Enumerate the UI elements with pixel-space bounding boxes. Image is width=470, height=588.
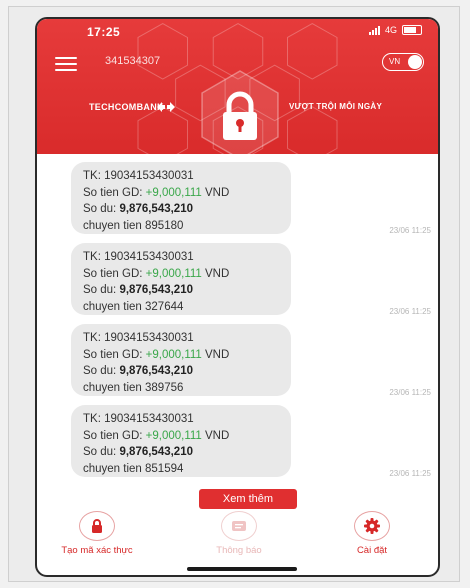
signal-icon bbox=[368, 25, 380, 35]
message-item[interactable]: TK: 19034153430031 So tien GD: +9,000,11… bbox=[71, 324, 431, 400]
account-line: TK: 19034153430031 bbox=[83, 332, 194, 344]
message-icon bbox=[221, 511, 257, 541]
message-bubble: TK: 19034153430031 So tien GD: +9,000,11… bbox=[71, 324, 291, 396]
account-line: TK: 19034153430031 bbox=[83, 170, 194, 182]
account-line: TK: 19034153430031 bbox=[83, 413, 194, 425]
gear-icon bbox=[354, 511, 390, 541]
balance-amount: 9,876,543,210 bbox=[119, 446, 193, 458]
transaction-amount: +9,000,111 bbox=[145, 186, 202, 199]
tab-notifications[interactable]: Thông báo bbox=[179, 509, 299, 569]
balance-amount: 9,876,543,210 bbox=[119, 365, 193, 377]
tab-label: Cài đặt bbox=[356, 545, 388, 556]
toggle-knob bbox=[408, 55, 422, 69]
message-item[interactable]: TK: 19034153430031 So tien GD: +9,000,11… bbox=[71, 405, 431, 481]
description-line: chuyen tien 851594 bbox=[83, 462, 184, 475]
account-number: 341534307 bbox=[105, 55, 161, 67]
menu-icon[interactable] bbox=[55, 57, 77, 71]
bank-name: TECHCOMBANK bbox=[89, 102, 164, 112]
message-bubble: TK: 19034153430031 So tien GD: +9,000,11… bbox=[71, 405, 291, 477]
balance-line: So du: 9,876,543,210 bbox=[83, 446, 193, 458]
transaction-line: So tien GD: +9,000,111 VND bbox=[83, 429, 230, 442]
message-time: 23/06 11:25 bbox=[389, 469, 431, 478]
message-time: 23/06 11:25 bbox=[389, 388, 431, 397]
description-line: chuyen tien 389756 bbox=[83, 381, 184, 394]
message-time: 23/06 11:25 bbox=[389, 307, 431, 316]
description-line: chuyen tien 327644 bbox=[83, 300, 184, 313]
see-more-button[interactable]: Xem thêm bbox=[199, 489, 297, 509]
status-time: 17:25 bbox=[87, 25, 121, 39]
app-header: 17:25 4G 341534307 VN TECHCOMBANK VƯỢT T… bbox=[37, 19, 438, 154]
message-bubble: TK: 19034153430031 So tien GD: +9,000,11… bbox=[71, 243, 291, 315]
transaction-line: So tien GD: +9,000,111 VND bbox=[83, 267, 230, 280]
tab-label: Tạo mã xác thực bbox=[61, 545, 133, 556]
balance-line: So du: 9,876,543,210 bbox=[83, 365, 193, 377]
tab-label: Thông báo bbox=[216, 545, 262, 556]
home-indicator[interactable] bbox=[187, 567, 297, 571]
tab-settings[interactable]: Cài đặt bbox=[312, 509, 432, 569]
transaction-amount: +9,000,111 bbox=[145, 348, 202, 361]
account-line: TK: 19034153430031 bbox=[83, 251, 194, 263]
language-toggle[interactable]: VN bbox=[382, 53, 424, 71]
message-time: 23/06 11:25 bbox=[389, 226, 431, 235]
status-bar: 17:25 4G bbox=[37, 25, 438, 41]
battery-icon bbox=[402, 25, 422, 35]
status-indicators: 4G bbox=[368, 25, 422, 35]
tab-create-otp[interactable]: Tạo mã xác thực bbox=[37, 509, 157, 569]
transaction-line: So tien GD: +9,000,111 VND bbox=[83, 186, 230, 199]
lock-icon bbox=[79, 511, 115, 541]
lock-icon[interactable] bbox=[199, 69, 281, 154]
transaction-line: So tien GD: +9,000,111 VND bbox=[83, 348, 230, 361]
network-type: 4G bbox=[384, 25, 397, 35]
message-item[interactable]: TK: 19034153430031 So tien GD: +9,000,11… bbox=[71, 243, 431, 319]
bottom-tab-bar: Tạo mã xác thực Thông báo Cài đặt bbox=[37, 509, 438, 574]
transaction-amount: +9,000,111 bbox=[145, 267, 202, 280]
message-item[interactable]: TK: 19034153430031 So tien GD: +9,000,11… bbox=[71, 162, 431, 238]
message-list[interactable]: TK: 19034153430031 So tien GD: +9,000,11… bbox=[37, 159, 438, 494]
message-bubble: TK: 19034153430031 So tien GD: +9,000,11… bbox=[71, 162, 291, 234]
phone-screen: 17:25 4G 341534307 VN TECHCOMBANK VƯỢT T… bbox=[35, 17, 440, 577]
bank-slogan: VƯỢT TRỘI MỖI NGÀY bbox=[289, 102, 383, 111]
language-label: VN bbox=[389, 57, 401, 66]
balance-line: So du: 9,876,543,210 bbox=[83, 203, 193, 215]
transaction-amount: +9,000,111 bbox=[145, 429, 202, 442]
description-line: chuyen tien 895180 bbox=[83, 219, 184, 232]
balance-amount: 9,876,543,210 bbox=[119, 284, 193, 296]
balance-line: So du: 9,876,543,210 bbox=[83, 284, 193, 296]
bank-logo-icon bbox=[157, 102, 175, 112]
balance-amount: 9,876,543,210 bbox=[119, 203, 193, 215]
